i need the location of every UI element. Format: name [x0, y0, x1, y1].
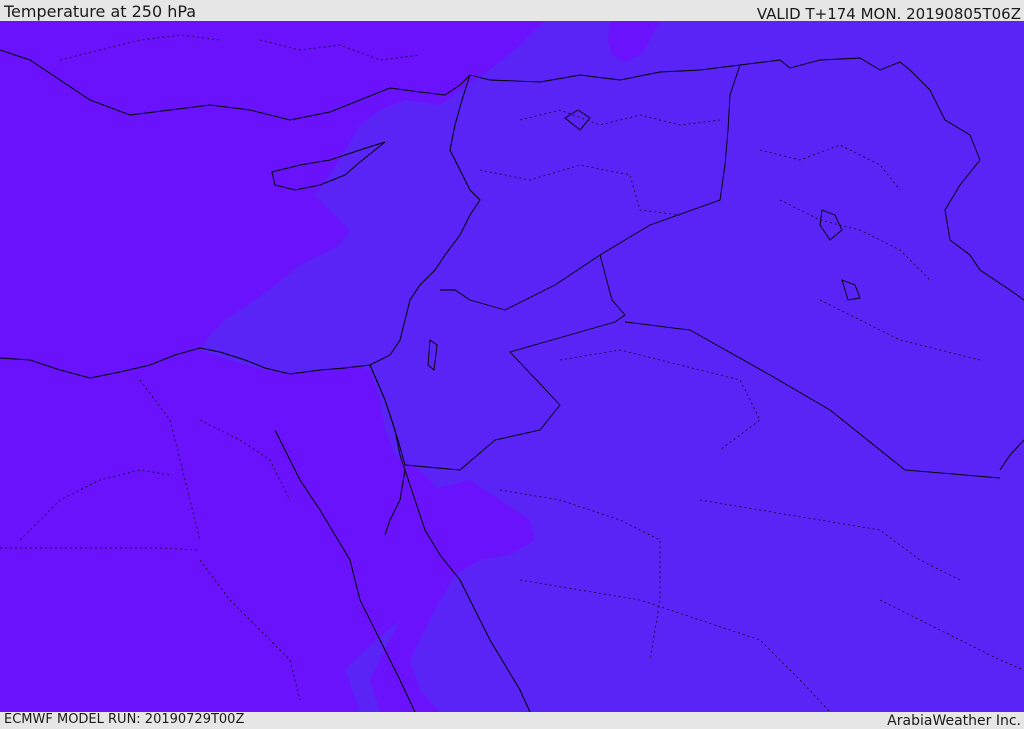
forecast-map-frame: Temperature at 250 hPa VALID T+174 MON. … [0, 0, 1024, 729]
credit-label: ArabiaWeather Inc. [887, 713, 1021, 729]
title-bar: Temperature at 250 hPa VALID T+174 MON. … [0, 0, 1024, 23]
map-area [0, 21, 1024, 712]
footer-bar: ECMWF MODEL RUN: 20190729T00Z ArabiaWeat… [0, 712, 1024, 729]
temperature-map [0, 21, 1024, 712]
map-title: Temperature at 250 hPa [4, 2, 197, 21]
model-run-label: ECMWF MODEL RUN: 20190729T00Z [4, 712, 245, 727]
